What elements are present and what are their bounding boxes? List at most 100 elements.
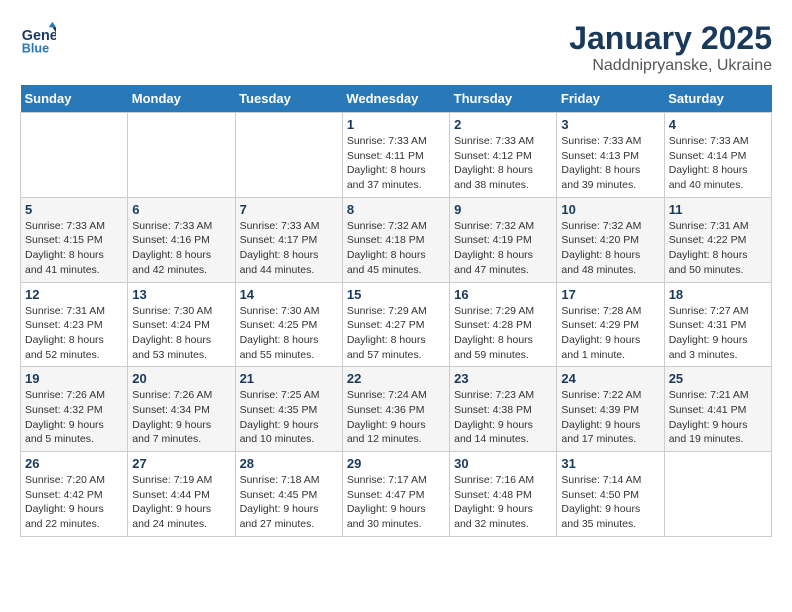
day-info: Sunrise: 7:30 AMSunset: 4:24 PMDaylight:… bbox=[132, 304, 230, 363]
calendar-cell: 4 Sunrise: 7:33 AMSunset: 4:14 PMDaylight… bbox=[664, 113, 771, 198]
day-info: Sunrise: 7:33 AMSunset: 4:11 PMDaylight:… bbox=[347, 134, 445, 193]
day-number: 3 bbox=[561, 117, 659, 132]
day-number: 10 bbox=[561, 202, 659, 217]
weekday-header-saturday: Saturday bbox=[664, 85, 771, 113]
calendar-week-row: 1 Sunrise: 7:33 AMSunset: 4:11 PMDaylight… bbox=[21, 113, 772, 198]
day-number: 2 bbox=[454, 117, 552, 132]
day-info: Sunrise: 7:33 AMSunset: 4:17 PMDaylight:… bbox=[240, 219, 338, 278]
calendar-cell: 7 Sunrise: 7:33 AMSunset: 4:17 PMDaylight… bbox=[235, 197, 342, 282]
day-number: 27 bbox=[132, 456, 230, 471]
day-number: 21 bbox=[240, 371, 338, 386]
calendar-cell: 3 Sunrise: 7:33 AMSunset: 4:13 PMDaylight… bbox=[557, 113, 664, 198]
calendar-week-row: 12Sunrise: 7:31 AMSunset: 4:23 PMDayligh… bbox=[21, 282, 772, 367]
calendar-cell: 11 Sunrise: 7:31 AMSunset: 4:22 PMDayligh… bbox=[664, 197, 771, 282]
day-number: 31 bbox=[561, 456, 659, 471]
calendar-table: SundayMondayTuesdayWednesdayThursdayFrid… bbox=[20, 85, 772, 537]
day-number: 26 bbox=[25, 456, 123, 471]
day-info: Sunrise: 7:33 AMSunset: 4:14 PMDaylight:… bbox=[669, 134, 767, 193]
day-number: 7 bbox=[240, 202, 338, 217]
day-info: Sunrise: 7:18 AMSunset: 4:45 PMDaylight:… bbox=[240, 473, 338, 532]
day-number: 6 bbox=[132, 202, 230, 217]
calendar-cell: 5 Sunrise: 7:33 AMSunset: 4:15 PMDaylight… bbox=[21, 197, 128, 282]
calendar-cell: 28 Sunrise: 7:18 AMSunset: 4:45 PMDayligh… bbox=[235, 452, 342, 537]
calendar-cell: 23Sunrise: 7:23 AMSunset: 4:38 PMDayligh… bbox=[450, 367, 557, 452]
calendar-cell: 24 Sunrise: 7:22 AMSunset: 4:39 PMDayligh… bbox=[557, 367, 664, 452]
day-number: 12 bbox=[25, 287, 123, 302]
calendar-week-row: 5 Sunrise: 7:33 AMSunset: 4:15 PMDaylight… bbox=[21, 197, 772, 282]
day-number: 24 bbox=[561, 371, 659, 386]
day-number: 8 bbox=[347, 202, 445, 217]
day-number: 13 bbox=[132, 287, 230, 302]
calendar-cell: 6 Sunrise: 7:33 AMSunset: 4:16 PMDaylight… bbox=[128, 197, 235, 282]
calendar-week-row: 26 Sunrise: 7:20 AMSunset: 4:42 PMDayligh… bbox=[21, 452, 772, 537]
day-number: 11 bbox=[669, 202, 767, 217]
calendar-cell bbox=[664, 452, 771, 537]
calendar-cell: 16 Sunrise: 7:29 AMSunset: 4:28 PMDayligh… bbox=[450, 282, 557, 367]
page-header: General Blue January 2025 Naddnipryanske… bbox=[20, 20, 772, 75]
day-info: Sunrise: 7:26 AMSunset: 4:32 PMDaylight:… bbox=[25, 388, 123, 447]
weekday-header-wednesday: Wednesday bbox=[342, 85, 449, 113]
day-info: Sunrise: 7:26 AMSunset: 4:34 PMDaylight:… bbox=[132, 388, 230, 447]
day-info: Sunrise: 7:21 AMSunset: 4:41 PMDaylight:… bbox=[669, 388, 767, 447]
day-info: Sunrise: 7:25 AMSunset: 4:35 PMDaylight:… bbox=[240, 388, 338, 447]
calendar-cell: 17Sunrise: 7:28 AMSunset: 4:29 PMDayligh… bbox=[557, 282, 664, 367]
calendar-week-row: 19 Sunrise: 7:26 AMSunset: 4:32 PMDayligh… bbox=[21, 367, 772, 452]
day-info: Sunrise: 7:33 AMSunset: 4:15 PMDaylight:… bbox=[25, 219, 123, 278]
logo-icon: General Blue bbox=[20, 20, 56, 56]
svg-text:Blue: Blue bbox=[22, 41, 49, 55]
calendar-cell: 13 Sunrise: 7:30 AMSunset: 4:24 PMDayligh… bbox=[128, 282, 235, 367]
day-info: Sunrise: 7:14 AMSunset: 4:50 PMDaylight:… bbox=[561, 473, 659, 532]
weekday-header-thursday: Thursday bbox=[450, 85, 557, 113]
calendar-cell: 20 Sunrise: 7:26 AMSunset: 4:34 PMDayligh… bbox=[128, 367, 235, 452]
calendar-cell: 26 Sunrise: 7:20 AMSunset: 4:42 PMDayligh… bbox=[21, 452, 128, 537]
day-number: 5 bbox=[25, 202, 123, 217]
calendar-cell: 25Sunrise: 7:21 AMSunset: 4:41 PMDayligh… bbox=[664, 367, 771, 452]
calendar-cell bbox=[21, 113, 128, 198]
calendar-cell: 27Sunrise: 7:19 AMSunset: 4:44 PMDayligh… bbox=[128, 452, 235, 537]
calendar-cell: 18Sunrise: 7:27 AMSunset: 4:31 PMDayligh… bbox=[664, 282, 771, 367]
day-info: Sunrise: 7:31 AMSunset: 4:22 PMDaylight:… bbox=[669, 219, 767, 278]
day-number: 4 bbox=[669, 117, 767, 132]
calendar-cell: 9Sunrise: 7:32 AMSunset: 4:19 PMDaylight… bbox=[450, 197, 557, 282]
logo: General Blue bbox=[20, 20, 56, 56]
day-number: 28 bbox=[240, 456, 338, 471]
calendar-cell: 29Sunrise: 7:17 AMSunset: 4:47 PMDayligh… bbox=[342, 452, 449, 537]
calendar-cell bbox=[128, 113, 235, 198]
day-number: 29 bbox=[347, 456, 445, 471]
day-info: Sunrise: 7:24 AMSunset: 4:36 PMDaylight:… bbox=[347, 388, 445, 447]
day-info: Sunrise: 7:33 AMSunset: 4:16 PMDaylight:… bbox=[132, 219, 230, 278]
day-info: Sunrise: 7:32 AMSunset: 4:20 PMDaylight:… bbox=[561, 219, 659, 278]
day-info: Sunrise: 7:20 AMSunset: 4:42 PMDaylight:… bbox=[25, 473, 123, 532]
calendar-cell: 19 Sunrise: 7:26 AMSunset: 4:32 PMDayligh… bbox=[21, 367, 128, 452]
calendar-cell: 12Sunrise: 7:31 AMSunset: 4:23 PMDayligh… bbox=[21, 282, 128, 367]
location-title: Naddnipryanske, Ukraine bbox=[569, 57, 772, 75]
calendar-cell: 14 Sunrise: 7:30 AMSunset: 4:25 PMDayligh… bbox=[235, 282, 342, 367]
day-number: 14 bbox=[240, 287, 338, 302]
weekday-header-row: SundayMondayTuesdayWednesdayThursdayFrid… bbox=[21, 85, 772, 113]
day-number: 16 bbox=[454, 287, 552, 302]
calendar-cell: 15 Sunrise: 7:29 AMSunset: 4:27 PMDayligh… bbox=[342, 282, 449, 367]
calendar-cell: 22Sunrise: 7:24 AMSunset: 4:36 PMDayligh… bbox=[342, 367, 449, 452]
day-info: Sunrise: 7:29 AMSunset: 4:28 PMDaylight:… bbox=[454, 304, 552, 363]
day-number: 15 bbox=[347, 287, 445, 302]
day-info: Sunrise: 7:33 AMSunset: 4:13 PMDaylight:… bbox=[561, 134, 659, 193]
calendar-cell: 10 Sunrise: 7:32 AMSunset: 4:20 PMDayligh… bbox=[557, 197, 664, 282]
day-number: 1 bbox=[347, 117, 445, 132]
calendar-cell: 30Sunrise: 7:16 AMSunset: 4:48 PMDayligh… bbox=[450, 452, 557, 537]
weekday-header-tuesday: Tuesday bbox=[235, 85, 342, 113]
day-number: 19 bbox=[25, 371, 123, 386]
day-info: Sunrise: 7:28 AMSunset: 4:29 PMDaylight:… bbox=[561, 304, 659, 363]
title-block: January 2025 Naddnipryanske, Ukraine bbox=[569, 20, 772, 75]
day-info: Sunrise: 7:32 AMSunset: 4:18 PMDaylight:… bbox=[347, 219, 445, 278]
day-info: Sunrise: 7:29 AMSunset: 4:27 PMDaylight:… bbox=[347, 304, 445, 363]
weekday-header-sunday: Sunday bbox=[21, 85, 128, 113]
calendar-cell: 8 Sunrise: 7:32 AMSunset: 4:18 PMDaylight… bbox=[342, 197, 449, 282]
calendar-cell bbox=[235, 113, 342, 198]
day-number: 20 bbox=[132, 371, 230, 386]
month-title: January 2025 bbox=[569, 20, 772, 57]
day-info: Sunrise: 7:22 AMSunset: 4:39 PMDaylight:… bbox=[561, 388, 659, 447]
day-number: 9 bbox=[454, 202, 552, 217]
day-number: 18 bbox=[669, 287, 767, 302]
day-info: Sunrise: 7:30 AMSunset: 4:25 PMDaylight:… bbox=[240, 304, 338, 363]
weekday-header-monday: Monday bbox=[128, 85, 235, 113]
